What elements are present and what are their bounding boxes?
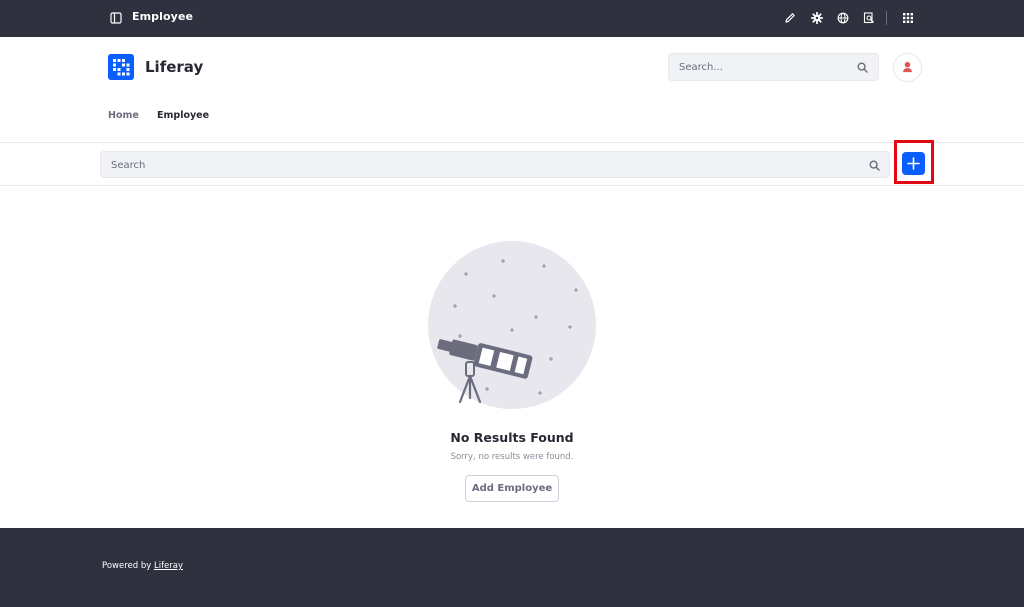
management-toolbar	[0, 140, 1024, 186]
nav-item-home[interactable]: Home	[108, 110, 139, 121]
telescope-stars-illustration	[428, 241, 596, 409]
employee-search[interactable]	[100, 151, 890, 178]
empty-state-title: No Results Found	[450, 430, 574, 445]
control-menu: Employee	[0, 0, 1024, 37]
gear-icon[interactable]	[811, 12, 823, 24]
nav-item-employee[interactable]: Employee	[157, 110, 209, 121]
header-search-input[interactable]	[679, 60, 849, 74]
sidebar-toggle-icon[interactable]	[110, 12, 122, 24]
page-title: Employee	[132, 10, 194, 23]
add-button[interactable]	[902, 152, 925, 175]
globe-icon[interactable]	[837, 12, 849, 24]
simulation-icon[interactable]	[863, 12, 875, 24]
user-avatar-icon[interactable]	[893, 53, 922, 82]
empty-state-description: Sorry, no results were found.	[450, 452, 574, 462]
footer: Powered by Liferay	[0, 528, 1024, 607]
empty-state: No Results Found Sorry, no results were …	[0, 187, 1024, 527]
site-name[interactable]: Liferay	[145, 58, 203, 76]
employee-search-input[interactable]	[111, 158, 811, 172]
powered-by: Powered by Liferay	[102, 561, 183, 571]
header-search[interactable]	[668, 53, 879, 81]
divider	[886, 11, 887, 25]
search-icon[interactable]	[869, 160, 880, 171]
liferay-logo[interactable]	[108, 54, 134, 80]
apps-grid-icon[interactable]	[902, 12, 914, 24]
pencil-icon[interactable]	[784, 12, 796, 24]
search-icon[interactable]	[857, 62, 868, 73]
liferay-link[interactable]: Liferay	[154, 561, 183, 571]
site-header: Liferay Home Employee	[0, 37, 1024, 143]
powered-by-text: Powered by	[102, 561, 152, 571]
add-employee-button[interactable]: Add Employee	[465, 475, 559, 502]
